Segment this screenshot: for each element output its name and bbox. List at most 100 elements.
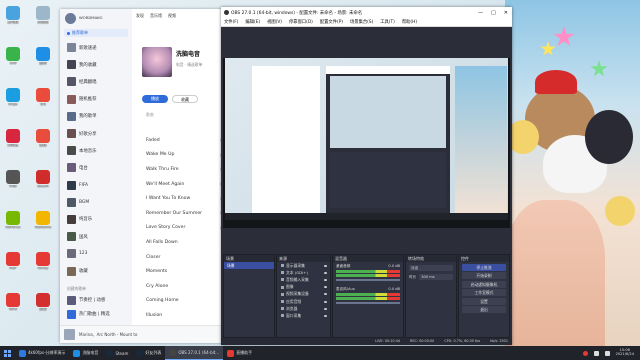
- eye-icon[interactable]: [324, 300, 327, 303]
- desktop-icon[interactable]: WPS: [2, 293, 24, 312]
- song-row[interactable]: Faded: [132, 133, 230, 148]
- start-button[interactable]: [0, 346, 15, 360]
- song-row[interactable]: Walk Thru Fire: [132, 162, 230, 177]
- desktop-icon[interactable]: 网易云: [2, 129, 24, 148]
- sidebar-playlist-item[interactable]: 经典翻唱: [60, 73, 132, 90]
- song-row[interactable]: Moments: [132, 264, 230, 279]
- menu-item[interactable]: 工具(T): [380, 19, 395, 25]
- desktop-icon[interactable]: 酷狗: [32, 47, 54, 66]
- source-item[interactable]: 图像: [277, 284, 330, 291]
- scene-item[interactable]: 场景: [224, 262, 274, 269]
- source-item[interactable]: 文本 (GDI+): [277, 269, 330, 276]
- desktop-icon[interactable]: 此电脑: [2, 6, 24, 25]
- minimize-icon[interactable]: —: [478, 10, 483, 16]
- taskbar-app[interactable]: 洗脑电音: [69, 346, 102, 360]
- nav-library[interactable]: 音乐馆: [150, 13, 162, 19]
- volume-slider[interactable]: [336, 302, 400, 304]
- sidebar-playlist-item[interactable]: 纯音乐: [60, 211, 132, 228]
- sidebar-playlist-item[interactable]: 国风: [60, 228, 132, 245]
- volume-slider[interactable]: [336, 279, 400, 281]
- sidebar-playlist-item[interactable]: 本地音乐: [60, 142, 132, 159]
- transition-select[interactable]: 淡出: [409, 265, 453, 271]
- desktop-icon[interactable]: 微信: [32, 129, 54, 148]
- sidebar-playlist-item[interactable]: 新歌速递: [60, 39, 132, 56]
- song-row[interactable]: Cry Alone: [132, 279, 230, 294]
- maximize-icon[interactable]: □: [491, 10, 496, 16]
- song-row[interactable]: I Want You To Know: [132, 191, 230, 206]
- eye-icon[interactable]: [324, 264, 327, 267]
- sidebar-playlist-item[interactable]: FIFA: [60, 177, 132, 194]
- menu-item[interactable]: 停靠窗口(D): [289, 19, 313, 25]
- eye-icon[interactable]: [324, 314, 327, 317]
- sidebar-playlist-item[interactable]: 123: [60, 245, 132, 262]
- nav-discover[interactable]: 发现: [136, 13, 144, 19]
- song-row[interactable]: Love Story Cover: [132, 221, 230, 236]
- control-button[interactable]: 停止推流: [462, 263, 506, 271]
- desktop-icon[interactable]: PDF: [2, 252, 24, 271]
- source-item[interactable]: 音频输入采集: [277, 276, 330, 283]
- song-row[interactable]: Illusion: [132, 308, 230, 323]
- close-icon[interactable]: ✕: [504, 10, 508, 16]
- taskbar-app[interactable]: OBS 27.0.1 (64-bit...: [165, 346, 224, 360]
- avatar[interactable]: [65, 13, 76, 24]
- clock[interactable]: 15:06 2021/6/24: [616, 348, 634, 357]
- sidebar-playlist-item[interactable]: BGM: [60, 194, 132, 211]
- eye-icon[interactable]: [324, 286, 327, 289]
- duration-input[interactable]: 300 ms: [419, 274, 453, 280]
- menu-item[interactable]: 文件(F): [224, 19, 238, 25]
- eye-icon[interactable]: [324, 271, 327, 274]
- taskbar-app[interactable]: 4k60fps-分辨率演示: [15, 346, 69, 360]
- network-icon[interactable]: [593, 350, 599, 356]
- collect-button[interactable]: 收藏: [172, 95, 198, 103]
- control-button[interactable]: 开始录制: [462, 272, 506, 279]
- sidebar-created-playlist[interactable]: 热门歌曲 | 精选: [60, 307, 132, 321]
- taskbar-app[interactable]: Steam: [102, 346, 132, 360]
- menu-item[interactable]: 场景集合(S): [350, 19, 373, 25]
- song-row[interactable]: We'll Meet Again: [132, 177, 230, 192]
- obs-preview[interactable]: [223, 58, 510, 228]
- sidebar-playlist-item[interactable]: 随机推荐: [60, 91, 132, 108]
- desktop-icon[interactable]: GeForce: [2, 211, 24, 230]
- source-item[interactable]: 应用音频: [277, 298, 330, 305]
- menu-item[interactable]: 编辑(E): [245, 19, 260, 25]
- control-button[interactable]: 退出: [462, 306, 506, 313]
- desktop-icon[interactable]: 剪映: [32, 293, 54, 312]
- song-row[interactable]: Coming Home: [132, 294, 230, 309]
- sidebar-playlist-item[interactable]: 我的歌单: [60, 108, 132, 125]
- desktop-icon[interactable]: QQ: [32, 88, 54, 107]
- sidebar-playlist-item[interactable]: 好歌分享: [60, 125, 132, 142]
- eye-icon[interactable]: [324, 293, 327, 296]
- control-button[interactable]: 设置: [462, 297, 506, 305]
- eye-icon[interactable]: [324, 278, 327, 281]
- volume-icon[interactable]: [604, 350, 610, 356]
- menu-item[interactable]: 配置文件(P): [320, 19, 343, 25]
- desktop-icon[interactable]: OBS: [2, 170, 24, 189]
- nav-recommend[interactable]: 推荐歌单: [64, 29, 128, 37]
- desktop-icon[interactable]: 回收站: [32, 6, 54, 25]
- source-item[interactable]: 显示器采集: [277, 262, 330, 269]
- desktop-icon[interactable]: 360: [2, 47, 24, 66]
- control-button[interactable]: 启动虚拟摄像机: [462, 280, 506, 288]
- nav-video[interactable]: 视频: [168, 13, 176, 19]
- menu-item[interactable]: 帮助(H): [402, 19, 417, 25]
- song-row[interactable]: Remember Our Summer: [132, 206, 230, 221]
- taskbar-app[interactable]: 好友列表: [132, 346, 165, 360]
- sidebar-playlist-item[interactable]: 我的收藏: [60, 56, 132, 73]
- song-row[interactable]: All Falls Down: [132, 235, 230, 250]
- source-item[interactable]: 浏览器: [277, 305, 330, 312]
- source-item[interactable]: 视频采集设备: [277, 291, 330, 298]
- desktop-icon[interactable]: Office: [32, 252, 54, 271]
- sidebar-playlist-item[interactable]: 电台: [60, 159, 132, 176]
- desktop-icon[interactable]: Steam: [32, 170, 54, 189]
- play-all-button[interactable]: 播放: [142, 95, 168, 103]
- desktop-icon[interactable]: WeGame: [32, 211, 54, 230]
- sidebar-created-playlist[interactable]: 节奏控 | 动感: [60, 293, 132, 307]
- desktop-icon[interactable]: Edge: [2, 88, 24, 107]
- sidebar-playlist-item[interactable]: 收藏: [60, 262, 132, 279]
- tray-app-icon[interactable]: [582, 350, 588, 356]
- eye-icon[interactable]: [324, 307, 327, 310]
- song-row[interactable]: Closer: [132, 250, 230, 265]
- menu-item[interactable]: 视图(V): [267, 19, 282, 25]
- song-row[interactable]: Wake Me Up: [132, 148, 230, 163]
- control-button[interactable]: 工作室模式: [462, 289, 506, 296]
